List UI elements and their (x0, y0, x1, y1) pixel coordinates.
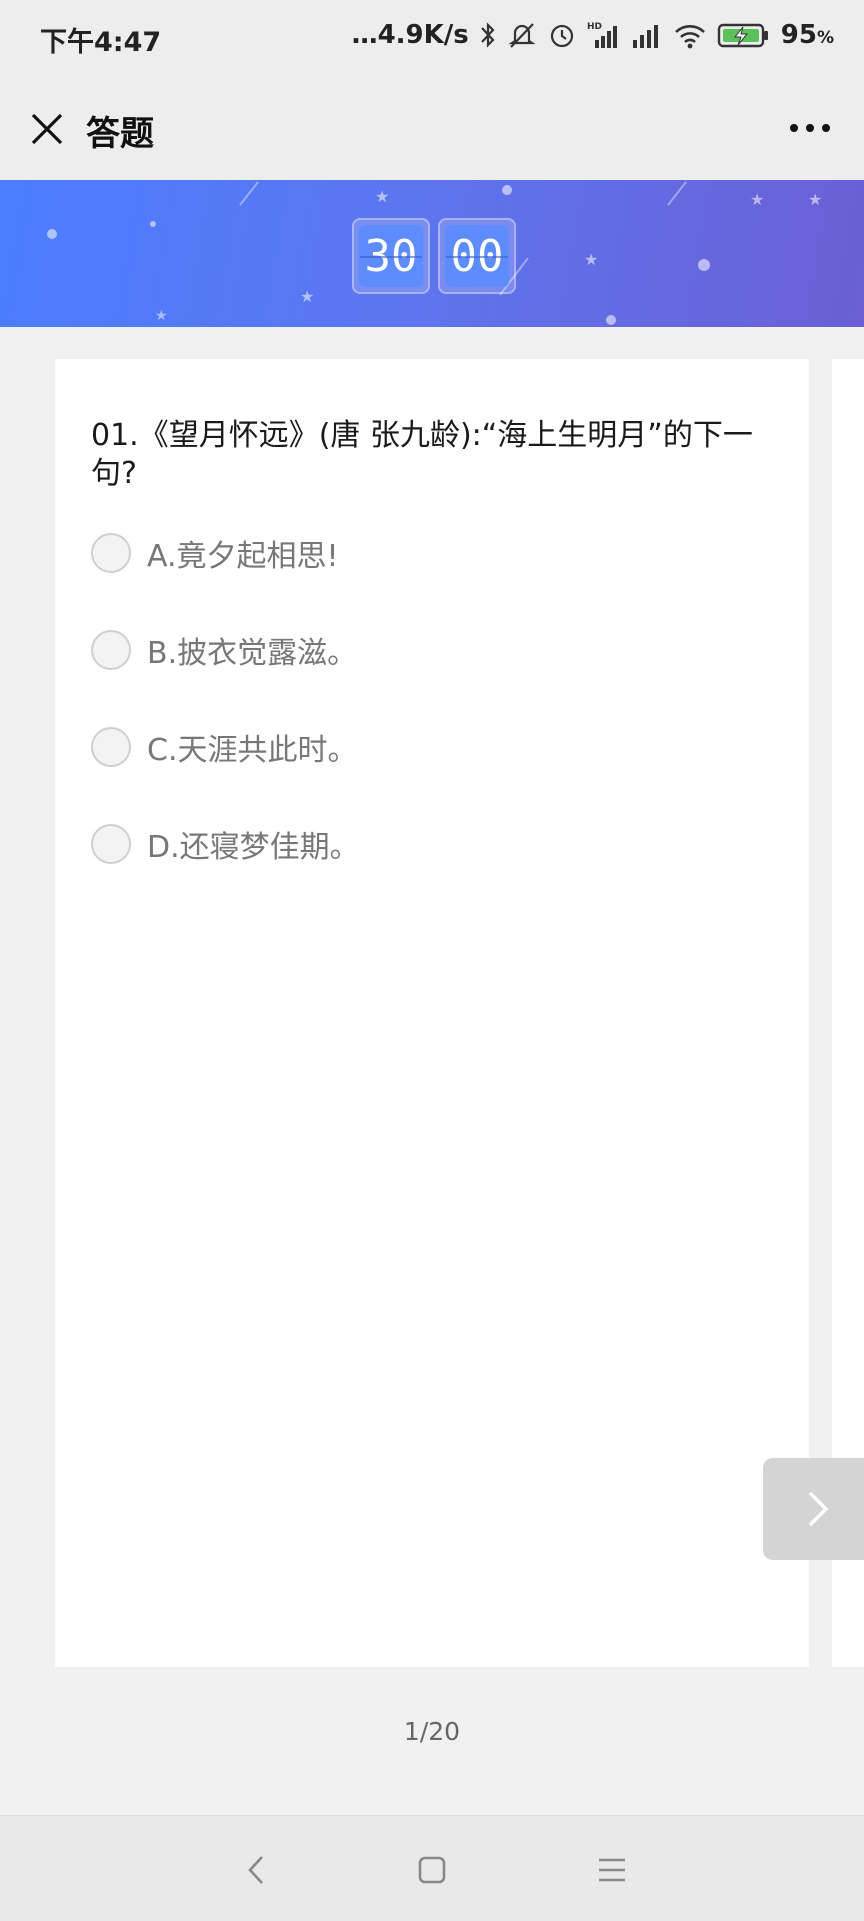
radio-button[interactable] (91, 824, 131, 864)
system-nav-bar (0, 1815, 864, 1921)
close-icon (31, 113, 63, 145)
countdown-timer: 30 00 (352, 218, 516, 294)
option-c[interactable]: C.天涯共此时。 (91, 725, 357, 769)
timer-banner: ★ ★ ★ ★ ★ ★ 30 00 (0, 180, 864, 327)
option-b[interactable]: B.披衣觉露滋。 (91, 628, 357, 672)
option-label: B.披衣觉露滋。 (147, 636, 358, 671)
timer-minutes-box: 30 (352, 218, 430, 294)
home-icon (418, 1856, 446, 1884)
svg-text:HD: HD (587, 22, 602, 32)
page-title: 答题 (86, 114, 154, 154)
status-bar: 下午4:47 …4.9K/s HD 95% (0, 0, 864, 78)
timer-minutes: 30 (359, 225, 423, 287)
mute-icon (507, 18, 537, 52)
more-dots-icon (790, 124, 830, 132)
status-time: 下午4:47 (40, 27, 162, 58)
home-button[interactable] (410, 1848, 454, 1892)
timer-seconds: 00 (445, 225, 509, 287)
back-icon (248, 1856, 263, 1884)
svg-text:★: ★ (155, 308, 168, 324)
radio-button[interactable] (91, 630, 131, 670)
next-question-button[interactable] (763, 1458, 864, 1560)
svg-text:★: ★ (750, 190, 764, 209)
timer-seconds-box: 00 (438, 218, 516, 294)
svg-text:★: ★ (375, 187, 389, 206)
svg-text:★: ★ (808, 190, 822, 209)
top-navbar: 答题 (0, 78, 864, 180)
hd-signal-icon: HD (587, 18, 621, 52)
bluetooth-icon (479, 18, 497, 52)
back-button[interactable] (234, 1848, 278, 1892)
chevron-right-icon (808, 1491, 829, 1527)
option-label: A.竟夕起相思! (147, 539, 339, 574)
status-icons: …4.9K/s HD 95% (352, 18, 834, 52)
menu-icon (599, 1858, 625, 1882)
menu-button[interactable] (590, 1848, 634, 1892)
svg-text:★: ★ (300, 287, 314, 306)
alarm-icon (547, 18, 577, 52)
option-a[interactable]: A.竟夕起相思! (91, 531, 339, 575)
wifi-icon (673, 18, 707, 52)
radio-button[interactable] (91, 727, 131, 767)
option-label: D.还寝梦佳期。 (147, 830, 360, 865)
signal-icon (631, 18, 663, 52)
svg-text:★: ★ (584, 250, 598, 269)
question-card: 01.《望月怀远》(唐 张九龄):“海上生明月”的下一句? A.竟夕起相思! B… (55, 359, 809, 1667)
question-text: 01.《望月怀远》(唐 张九龄):“海上生明月”的下一句? (91, 418, 753, 491)
battery-percent-symbol: % (816, 28, 834, 48)
network-speed: …4.9K/s (351, 20, 469, 50)
close-button[interactable] (22, 104, 72, 154)
battery-charging-icon (717, 18, 771, 52)
more-button[interactable] (784, 108, 836, 148)
option-d[interactable]: D.还寝梦佳期。 (91, 822, 360, 866)
page-indicator: 1/20 (403, 1717, 461, 1746)
option-label: C.天涯共此时。 (147, 733, 358, 768)
radio-button[interactable] (91, 533, 131, 573)
battery-percent: 95% (780, 20, 834, 50)
